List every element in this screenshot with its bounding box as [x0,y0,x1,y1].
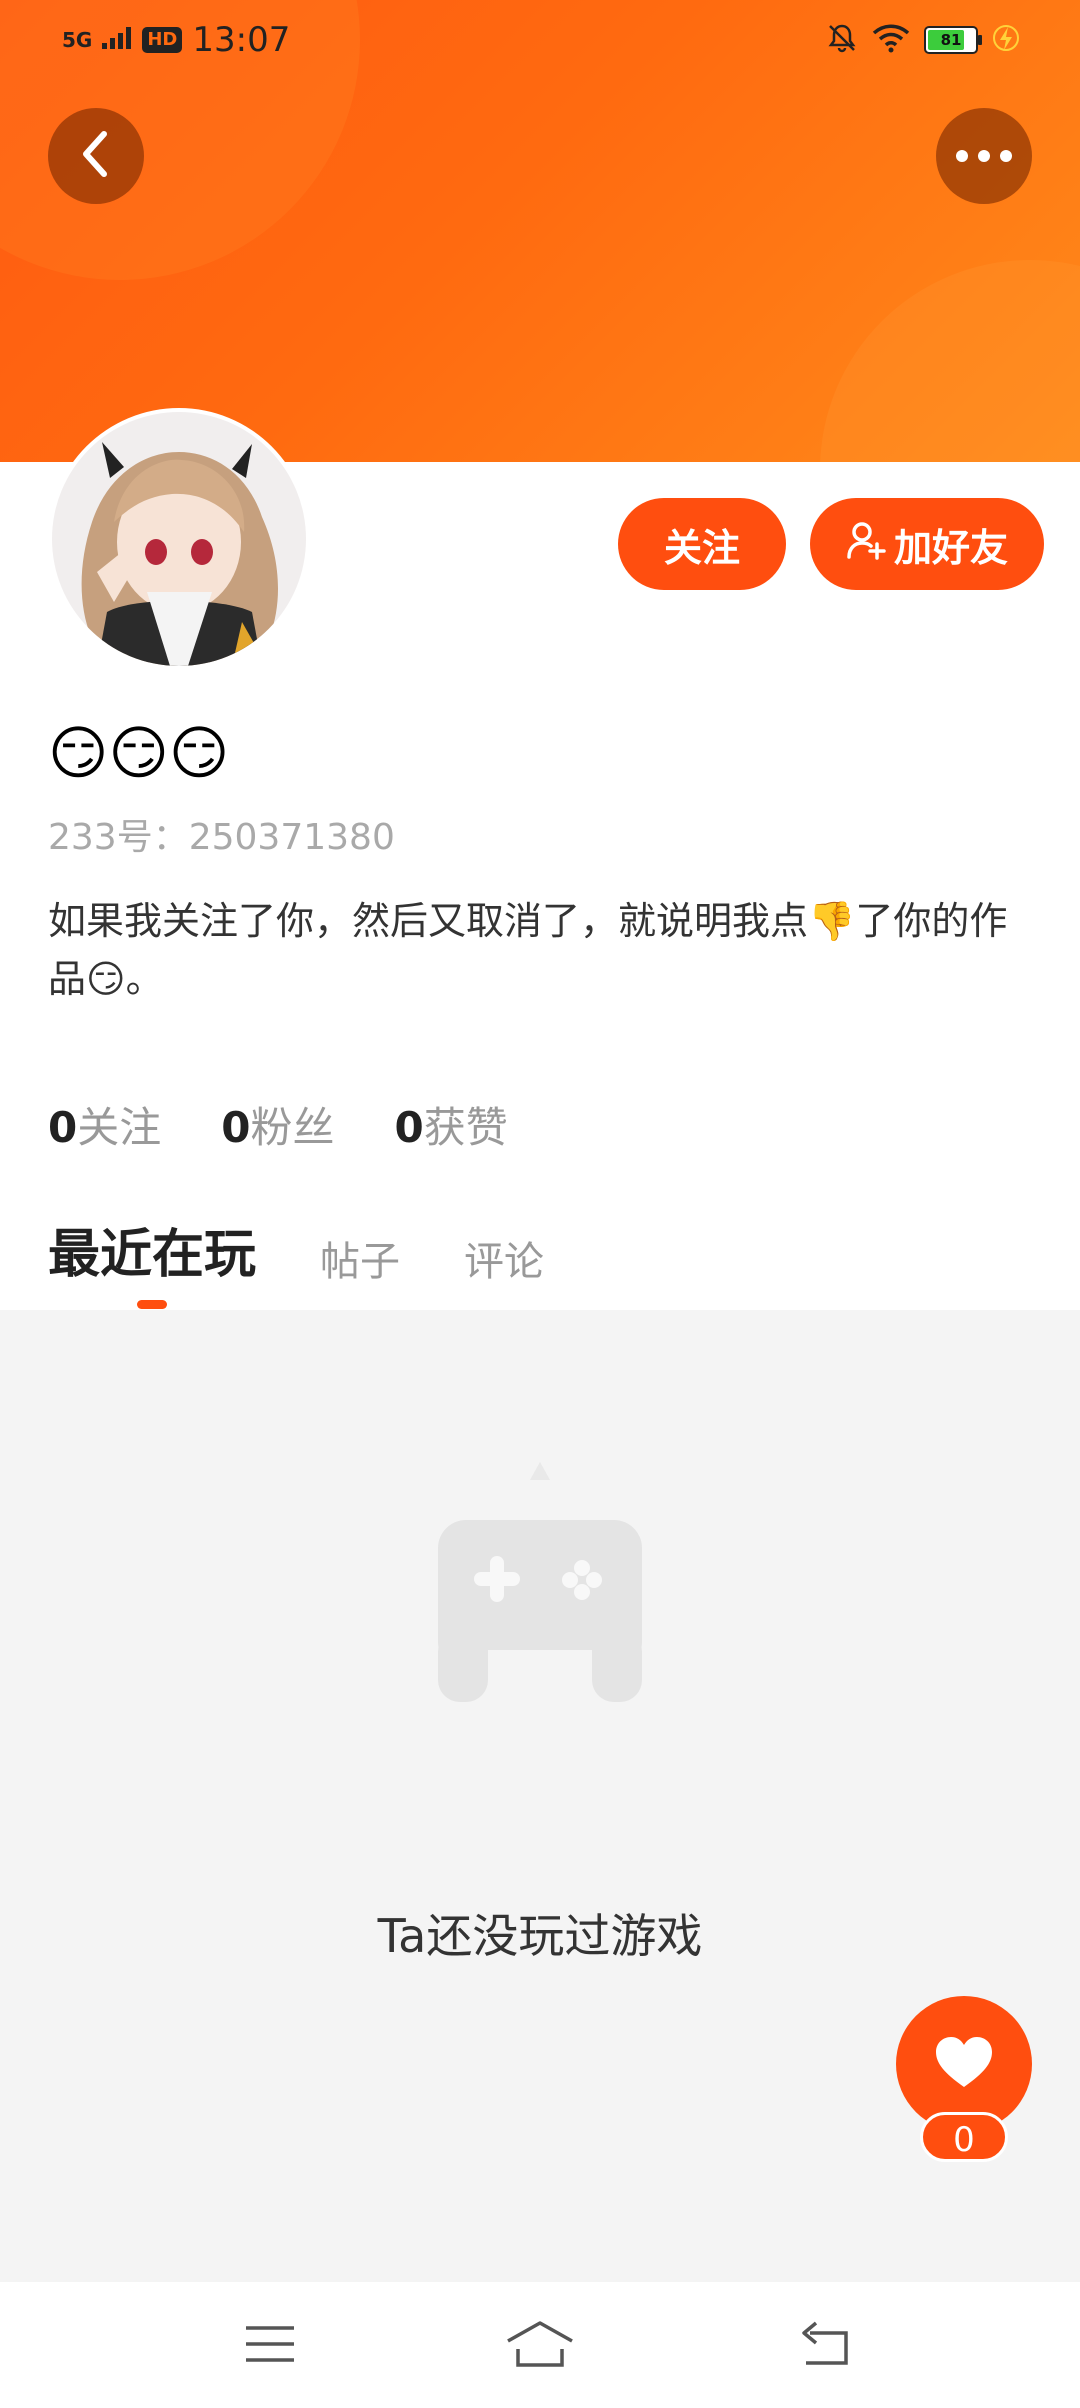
user-bio: 如果我关注了你，然后又取消了，就说明我点👎了你的作品😏。 [48,899,1008,1001]
back-nav-button[interactable] [794,2318,858,2374]
stat-fans-count: 0 [221,1103,251,1152]
tab-content [0,1310,1080,2282]
return-icon [798,2321,854,2371]
menu-icon [244,2324,296,2368]
menu-nav-button[interactable] [238,2318,302,2374]
follow-button-label: 关注 [663,525,740,570]
follow-button[interactable]: 关注 [618,498,786,590]
hd-badge: HD [142,27,183,53]
status-time: 13:07 [192,20,291,60]
active-tab-indicator [137,1300,167,1309]
chevron-left-icon [76,128,116,184]
more-horizontal-icon [956,150,1012,162]
system-nav-bar [0,2282,1080,2408]
stat-following[interactable]: 0关注 [48,1094,161,1155]
user-nickname: 😏😏😏 [48,719,230,787]
profile-tabs: 最近在玩 帖子 评论 [48,1212,544,1287]
banner-decoration [820,260,1080,462]
signal-bars-icon [102,27,132,53]
mute-bell-icon [826,22,858,58]
home-icon [504,2319,576,2373]
avatar[interactable] [52,412,306,666]
back-button[interactable] [48,108,144,204]
stat-likes-label: 获赞 [423,1103,508,1152]
gamepad-icon [420,1460,660,1730]
add-friend-button[interactable]: 加好友 [810,498,1044,590]
like-count: 0 [920,2112,1008,2162]
status-bar: 5G HD 13:07 81 [0,0,1080,86]
more-button[interactable] [936,108,1032,204]
stat-likes[interactable]: 0获赞 [395,1094,508,1155]
tab-posts[interactable]: 帖子 [320,1229,400,1287]
stat-following-count: 0 [48,1103,78,1152]
stat-following-label: 关注 [77,1103,162,1152]
wifi-icon [872,23,910,57]
stat-likes-count: 0 [394,1103,424,1152]
stat-fans-label: 粉丝 [250,1103,335,1152]
battery-level: 81 [940,31,962,49]
home-nav-button[interactable] [504,2318,576,2374]
stat-fans[interactable]: 0粉丝 [221,1094,334,1155]
empty-state-text: Ta还没玩过游戏 [377,1909,703,1963]
battery-icon: 81 [924,26,982,54]
add-user-icon [846,520,886,569]
tab-recently-played[interactable]: 最近在玩 [48,1212,256,1287]
user-id: 233号：250371380 [48,817,395,858]
heart-icon [934,2035,994,2093]
charging-icon [992,22,1020,58]
tab-comments[interactable]: 评论 [464,1229,544,1287]
signal-indicator: 5G [62,28,93,52]
add-friend-label: 加好友 [893,525,1008,570]
profile-stats: 0关注 0粉丝 0获赞 [48,1094,508,1155]
